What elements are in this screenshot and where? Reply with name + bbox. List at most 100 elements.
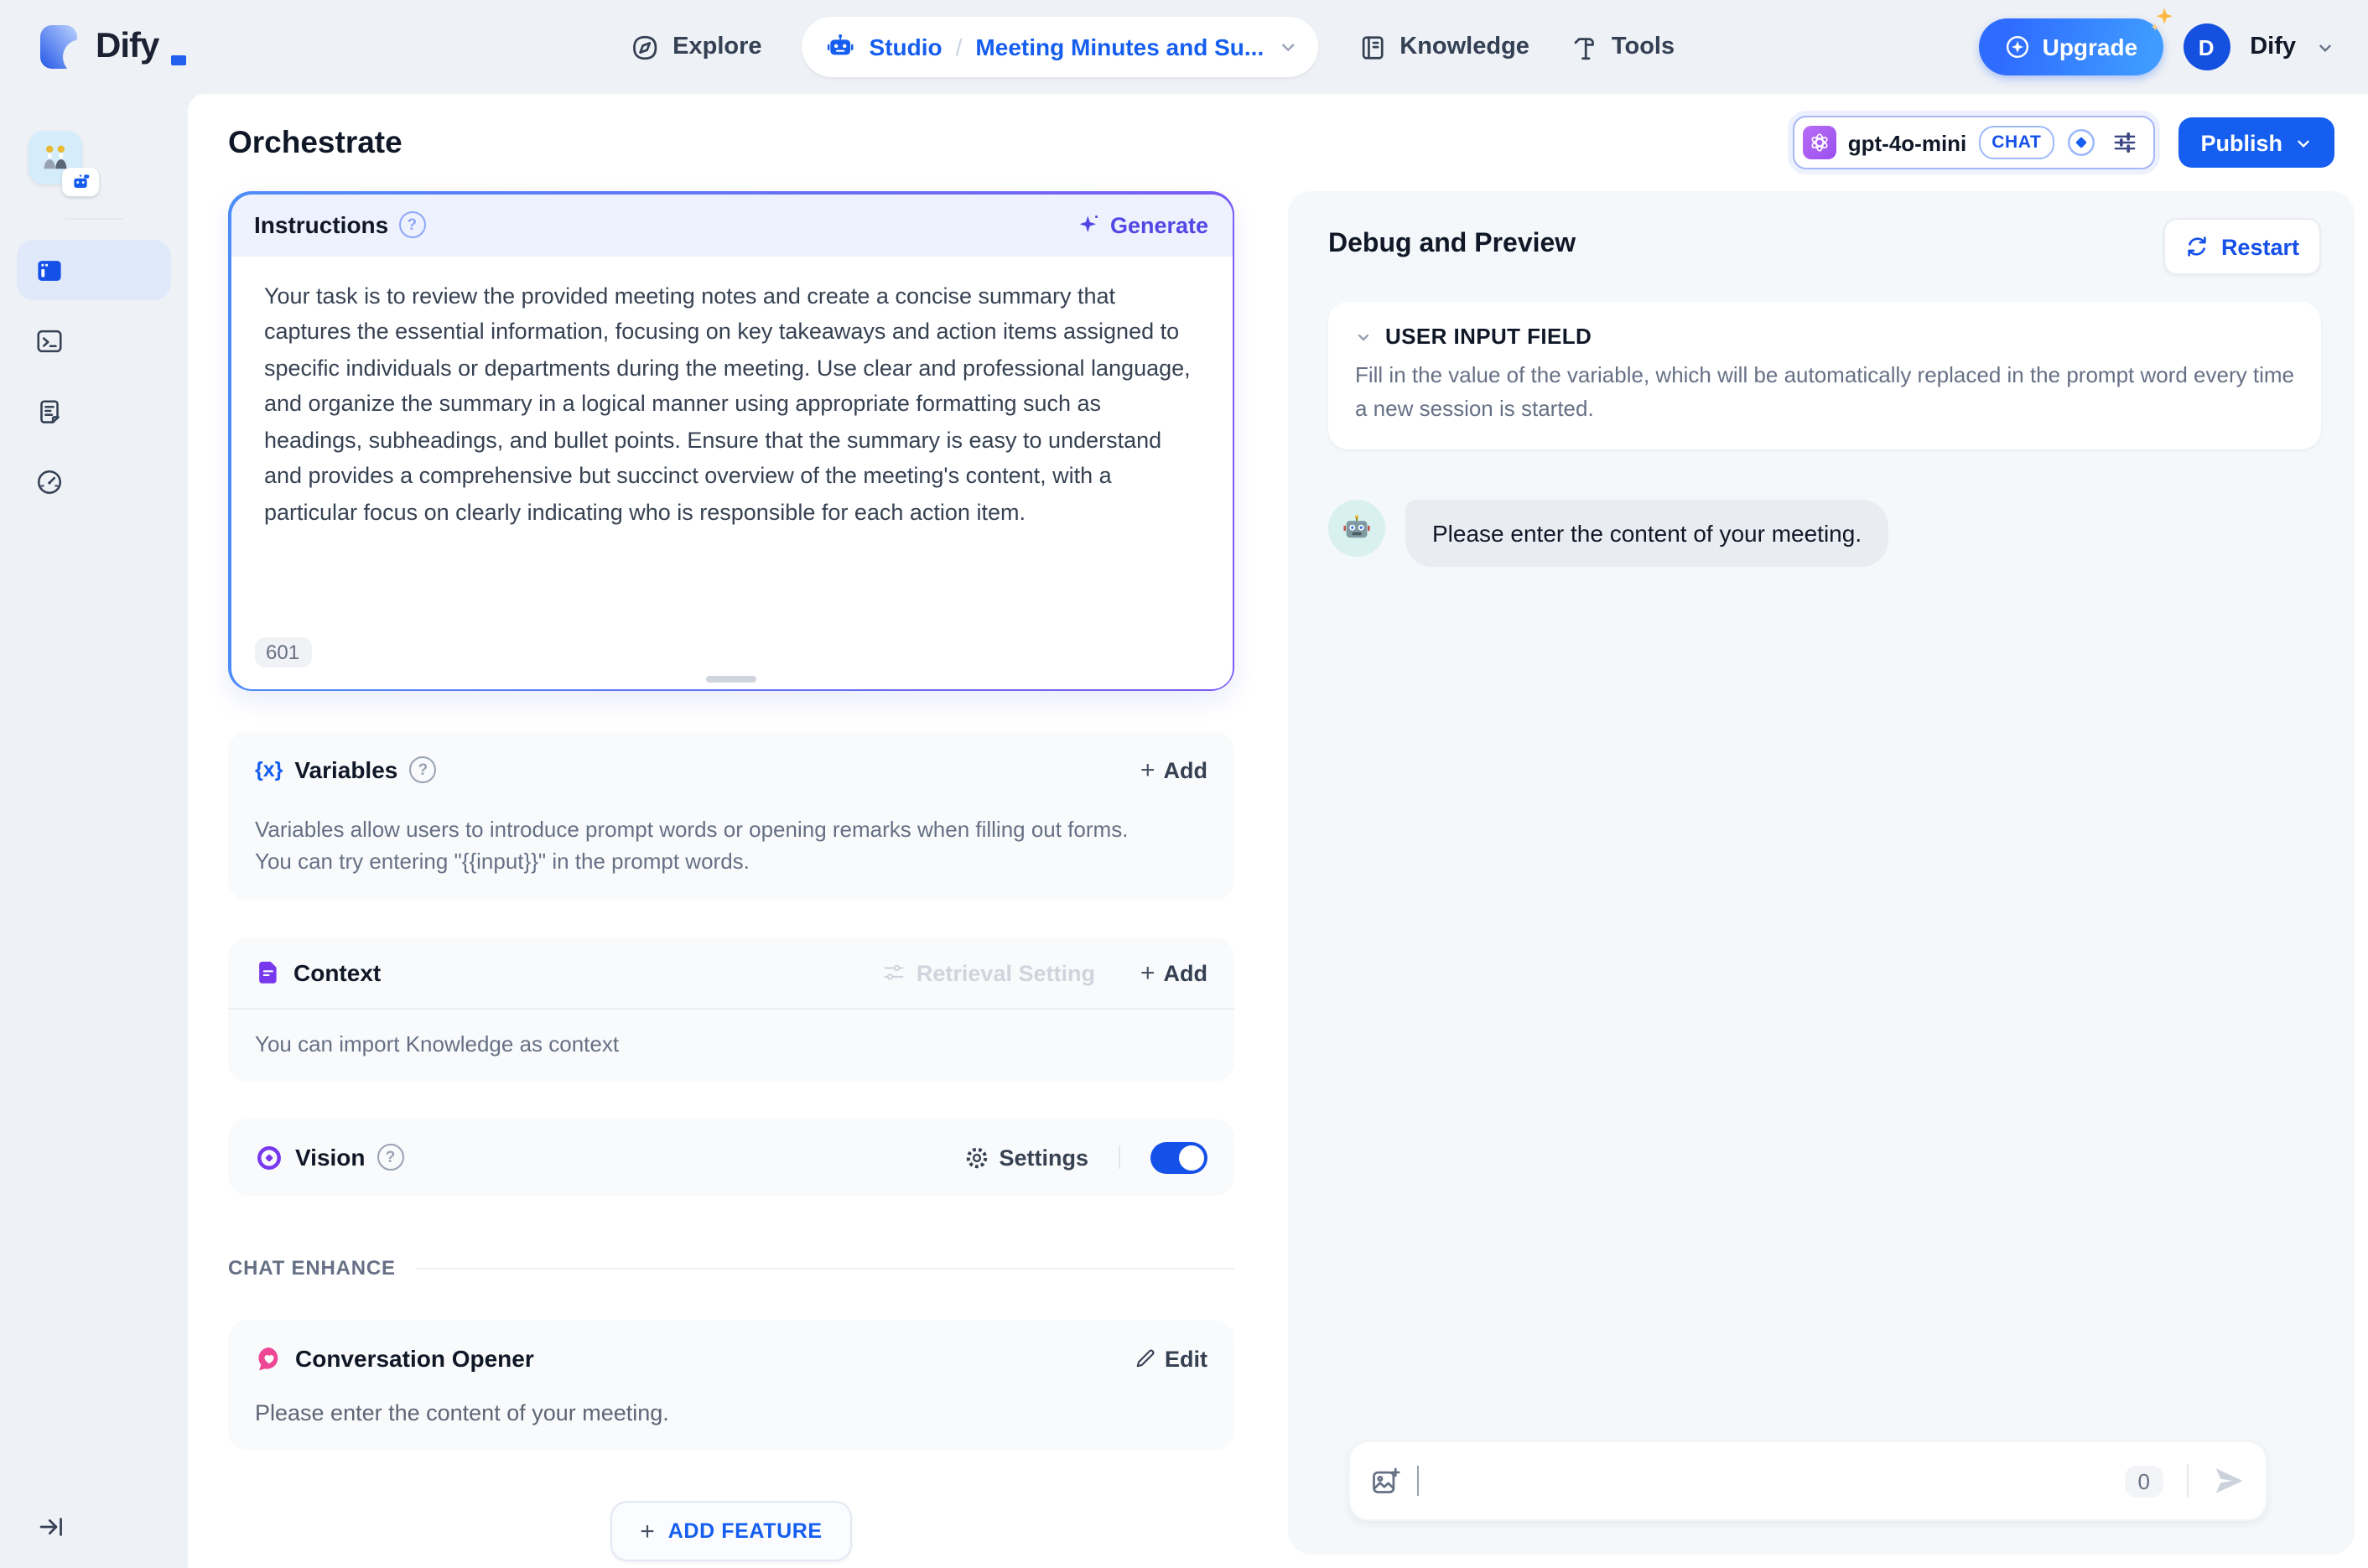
restart-button[interactable]: Restart — [2163, 218, 2321, 275]
variables-description: Variables allow users to introduce promp… — [255, 817, 1129, 873]
sidebar-item-orchestrate[interactable] — [17, 240, 171, 300]
instructions-panel: Instructions Generate — [228, 191, 1234, 691]
debug-title: Debug and Preview — [1328, 230, 1576, 258]
app-icon[interactable] — [29, 131, 99, 196]
context-title: Context — [293, 959, 382, 986]
sidebar-item-logs[interactable] — [17, 381, 171, 441]
restart-label: Restart — [2220, 234, 2299, 259]
plus-icon: + — [640, 1517, 655, 1545]
orchestrate-window-icon — [35, 256, 64, 284]
model-selector[interactable]: gpt-4o-mini CHAT — [1792, 116, 2156, 169]
generate-button[interactable]: Generate — [1077, 212, 1208, 237]
opener-edit-button[interactable]: Edit — [1133, 1346, 1207, 1371]
vision-icon — [255, 1143, 283, 1171]
upgrade-label: Upgrade — [2042, 34, 2138, 60]
dify-logo[interactable]: Dify — [34, 22, 186, 72]
sidebar-item-api-access[interactable] — [17, 310, 171, 371]
generate-sparkle-icon — [1077, 213, 1100, 236]
image-upload-icon[interactable] — [1370, 1466, 1400, 1496]
nav-explore[interactable]: Explore — [631, 33, 762, 61]
model-diamond-icon — [2066, 127, 2096, 158]
variables-title: Variables — [294, 756, 398, 783]
user-input-field-description: Fill in the value of the variable, which… — [1355, 362, 2294, 420]
publish-button[interactable]: Publish — [2178, 117, 2334, 168]
context-section: Context Retrieval Setting + Add You can … — [228, 937, 1234, 1082]
knowledge-label: Knowledge — [1400, 34, 1529, 60]
explore-icon — [631, 33, 659, 61]
chat-message-input[interactable] — [1436, 1466, 2108, 1496]
plus-icon: + — [1140, 958, 1155, 987]
gauge-icon — [35, 467, 64, 496]
prompt-char-count: 601 — [254, 636, 312, 667]
chat-enhance-section-label-row: CHAT ENHANCE — [228, 1256, 1234, 1280]
chat-enhance-divider — [415, 1267, 1234, 1269]
openai-logo-icon — [1802, 126, 1836, 159]
vision-toggle[interactable] — [1150, 1141, 1207, 1173]
user-input-field-title: USER INPUT FIELD — [1385, 324, 1592, 349]
sidebar-nav — [0, 240, 188, 511]
plus-icon: + — [1140, 755, 1155, 784]
variables-add-button[interactable]: + Add — [1140, 757, 1207, 782]
topbar-right: gpt-4o-mini CHAT Publish — [1792, 116, 2334, 169]
prompt-resize-handle[interactable] — [706, 675, 756, 682]
retrieval-setting-label: Retrieval Setting — [916, 960, 1095, 985]
collapse-chevron-icon — [1355, 328, 1372, 345]
publish-label: Publish — [2200, 130, 2282, 155]
sidebar-divider — [65, 218, 122, 220]
top-header: Dify Explore Studio / Meeting Minutes an… — [0, 0, 2368, 94]
prompt-editor[interactable]: Your task is to review the provided meet… — [231, 256, 1232, 688]
breadcrumb-app-name[interactable]: Meeting Minutes and Su... — [975, 34, 1264, 60]
opener-title: Conversation Opener — [295, 1345, 534, 1372]
pencil-icon — [1133, 1347, 1156, 1370]
text-caret — [1417, 1466, 1419, 1496]
upgrade-button[interactable]: Upgrade — [1978, 8, 2172, 75]
instructions-help-icon[interactable] — [398, 211, 426, 238]
tools-label: Tools — [1611, 34, 1675, 60]
vision-divider — [1119, 1145, 1120, 1169]
header-right: Upgrade D Dify — [1978, 8, 2334, 75]
instructions-header: Instructions Generate — [231, 194, 1232, 256]
gear-icon — [963, 1145, 989, 1170]
breadcrumb-separator: / — [955, 34, 963, 60]
chat-input-bar: 0 — [1348, 1441, 2267, 1521]
model-params-sliders-icon[interactable] — [2111, 129, 2138, 156]
add-feature-button[interactable]: + ADD FEATURE — [610, 1501, 853, 1561]
user-input-field-header[interactable]: USER INPUT FIELD — [1355, 324, 2294, 349]
dify-logo-cursor — [170, 55, 186, 65]
logs-document-icon — [35, 397, 64, 425]
send-icon[interactable] — [2212, 1464, 2246, 1498]
main-canvas: Orchestrate gpt-4o-mini CHAT Publish Ins… — [188, 94, 2368, 1568]
variables-help-icon[interactable] — [409, 756, 437, 783]
user-avatar[interactable]: D — [2183, 23, 2230, 70]
context-document-icon — [255, 959, 282, 986]
context-add-button[interactable]: + Add — [1140, 960, 1207, 985]
app-breadcrumb[interactable]: Studio / Meeting Minutes and Su... — [802, 17, 1318, 77]
workspace: Orchestrate gpt-4o-mini CHAT Publish Ins… — [0, 94, 2368, 1568]
bot-avatar — [1328, 500, 1385, 557]
dify-logo-text: Dify — [96, 27, 159, 65]
vision-help-icon[interactable] — [376, 1144, 404, 1171]
chat-enhance-label: CHAT ENHANCE — [228, 1256, 396, 1280]
model-mode-badge: CHAT — [1978, 126, 2055, 159]
app-mode-chatbot-badge-icon — [62, 168, 99, 196]
breadcrumb-studio[interactable]: Studio — [870, 34, 943, 60]
retrieval-setting-button[interactable]: Retrieval Setting — [883, 960, 1095, 985]
context-header: Context Retrieval Setting + Add — [228, 937, 1234, 1008]
publish-chevron-down-icon — [2294, 133, 2313, 152]
sparkle-icon — [2147, 7, 2174, 34]
nav-knowledge[interactable]: Knowledge — [1358, 33, 1529, 61]
input-char-count: 0 — [2124, 1465, 2163, 1497]
retrieval-sliders-icon — [883, 961, 906, 984]
account-name[interactable]: Dify — [2250, 34, 2296, 60]
sidebar-expand-icon[interactable] — [37, 1513, 65, 1541]
app-sidebar — [0, 94, 188, 1568]
config-column: Instructions Generate — [228, 191, 1234, 1568]
nav-tools[interactable]: Tools — [1570, 33, 1675, 61]
vision-settings-button[interactable]: Settings — [963, 1145, 1088, 1170]
robot-emoji-icon — [1340, 511, 1374, 545]
generate-label: Generate — [1109, 212, 1208, 237]
chevron-down-icon[interactable] — [1277, 37, 1297, 57]
account-chevron-down-icon[interactable] — [2316, 38, 2334, 56]
sidebar-item-monitoring[interactable] — [17, 451, 171, 511]
knowledge-book-icon — [1358, 33, 1386, 61]
